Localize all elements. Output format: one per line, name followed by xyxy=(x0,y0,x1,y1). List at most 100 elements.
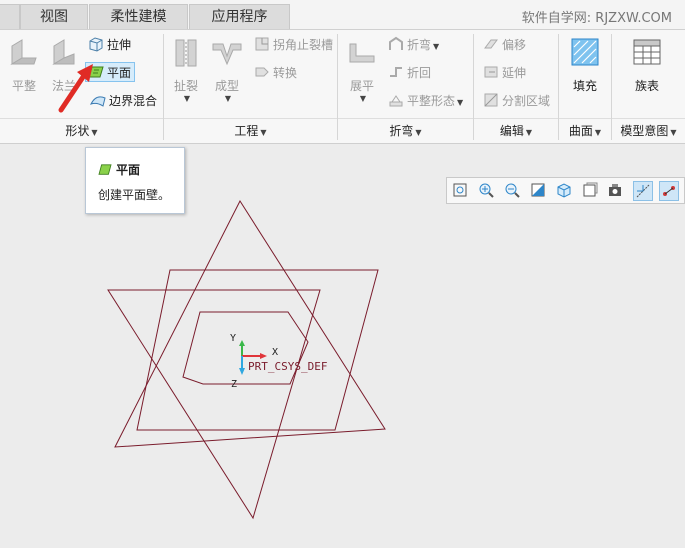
split-area-label: 分割区域 xyxy=(502,94,551,108)
graphics-view-toolbar xyxy=(446,177,685,204)
boundary-blend-label: 边界混合 xyxy=(109,94,158,108)
rip-icon xyxy=(175,39,197,67)
ribbon: 平整 法兰 拉伸 平面 边界混合 形状 ▼ 扯裂 ▼ 成型 ▼ 拐角止裂槽 转换… xyxy=(0,30,685,144)
zoom-in-icon[interactable] xyxy=(477,181,497,201)
extrude-button[interactable]: 拉伸 xyxy=(86,35,133,55)
chevron-down-icon: ▼ xyxy=(433,42,440,51)
sketch-triangle-up xyxy=(114,199,386,448)
csys-y-label: Y xyxy=(230,333,236,344)
tooltip-description: 创建平面壁。 xyxy=(98,188,171,202)
chevron-down-icon: ▼ xyxy=(224,94,232,103)
planar-label: 平面 xyxy=(107,66,132,80)
site-watermark: 软件自学网: RJZXW.COM xyxy=(521,11,672,26)
refit-icon[interactable] xyxy=(451,181,471,201)
split-area-button[interactable]: 分割区域 xyxy=(481,91,552,111)
csys-z-label: Z xyxy=(231,379,237,390)
chevron-down-icon: ▼ xyxy=(670,128,677,137)
zoom-out-icon[interactable] xyxy=(503,181,523,201)
model-intent-group-footer[interactable]: 模型意图 ▼ xyxy=(612,120,685,142)
flatten-form-button[interactable]: 平整形态 ▼ xyxy=(386,91,465,111)
fill-icon xyxy=(571,38,599,66)
tab-view[interactable]: 视图 xyxy=(20,4,88,29)
tooltip-title-text: 平面 xyxy=(116,163,141,177)
sketch-triangle-down xyxy=(107,289,321,520)
chevron-down-icon: ▼ xyxy=(91,128,98,137)
repaint-icon[interactable] xyxy=(529,181,549,201)
csys-z-arrow xyxy=(239,368,245,375)
fill-button[interactable]: 填充 xyxy=(562,36,608,94)
bends-group-label: 折弯 xyxy=(389,124,414,138)
unbend-button[interactable]: 展平 ▼ xyxy=(343,36,381,103)
sketch-hexagon xyxy=(182,311,309,385)
unbend-label: 展平 xyxy=(349,79,374,93)
extend-icon xyxy=(484,66,498,78)
engineering-group-label: 工程 xyxy=(234,124,259,138)
editing-group-label: 编辑 xyxy=(499,124,524,138)
flat-wall-icon xyxy=(10,39,37,65)
rip-label: 扯裂 xyxy=(173,79,198,93)
bend-back-button[interactable]: 折回 xyxy=(386,63,433,83)
sketch-parallelogram xyxy=(136,269,379,431)
convert-button[interactable]: 转换 xyxy=(252,63,299,83)
ribbon-tab-bar: 视图 柔性建模 应用程序 软件自学网: RJZXW.COM xyxy=(0,0,685,30)
chevron-down-icon: ▼ xyxy=(457,98,464,107)
form-label: 成型 xyxy=(214,79,239,93)
extend-label: 延伸 xyxy=(502,66,527,80)
bend-back-icon xyxy=(390,67,402,77)
split-area-icon xyxy=(484,93,498,107)
chevron-down-icon: ▼ xyxy=(415,128,422,137)
bends-group-footer[interactable]: 折弯 ▼ xyxy=(338,120,473,142)
chevron-down-icon: ▼ xyxy=(260,128,267,137)
ribbon-footer-divider xyxy=(0,118,685,119)
bend-button[interactable]: 折弯 ▼ xyxy=(386,35,441,55)
family-table-label: 族表 xyxy=(634,79,659,93)
tooltip-title: 平面 xyxy=(98,161,140,178)
form-button[interactable]: 成型 ▼ xyxy=(208,36,246,103)
csys-x-arrow xyxy=(260,353,267,359)
planar-icon xyxy=(98,164,112,175)
extend-button[interactable]: 延伸 xyxy=(481,63,528,83)
corner-relief-button[interactable]: 拐角止裂槽 xyxy=(252,35,335,55)
flatten-form-icon xyxy=(389,95,403,107)
offset-button[interactable]: 偏移 xyxy=(481,35,528,55)
shape-group-footer[interactable]: 形状 ▼ xyxy=(0,120,163,142)
bend-icon xyxy=(389,36,403,50)
surfaces-group-label: 曲面 xyxy=(568,124,593,138)
flat-label: 平整 xyxy=(11,79,36,93)
family-table-button[interactable]: 族表 xyxy=(620,36,674,94)
chevron-down-icon: ▼ xyxy=(183,94,191,103)
tab-applications[interactable]: 应用程序 xyxy=(189,4,290,29)
csys-y-arrow xyxy=(239,340,245,346)
corner-relief-label: 拐角止裂槽 xyxy=(273,38,334,52)
sketch-geometry xyxy=(107,199,386,520)
csys-name-label: PRT_CSYS_DEF xyxy=(248,360,327,373)
saved-orientations-icon[interactable] xyxy=(581,181,601,201)
bend-back-label: 折回 xyxy=(407,66,432,80)
model-intent-group-label: 模型意图 xyxy=(620,124,669,138)
rip-button[interactable]: 扯裂 ▼ xyxy=(168,36,204,103)
offset-label: 偏移 xyxy=(502,38,527,52)
editing-group-footer[interactable]: 编辑 ▼ xyxy=(474,120,558,142)
tab-flexible-modeling[interactable]: 柔性建模 xyxy=(89,4,188,29)
view-manager-icon[interactable] xyxy=(607,181,627,201)
surfaces-group-footer[interactable]: 曲面 ▼ xyxy=(559,120,611,142)
engineering-group-footer[interactable]: 工程 ▼ xyxy=(164,120,337,142)
spin-center-icon[interactable] xyxy=(659,181,679,201)
planar-tooltip: 平面 创建平面壁。 xyxy=(85,147,185,214)
bend-label: 折弯 xyxy=(407,38,432,52)
flatten-form-label: 平整形态 xyxy=(407,94,456,108)
convert-icon xyxy=(255,67,269,77)
extrude-label: 拉伸 xyxy=(107,38,132,52)
display-style-icon[interactable] xyxy=(555,181,575,201)
datum-display-icon[interactable] xyxy=(633,181,653,201)
annotation-arrow-icon xyxy=(58,64,93,113)
unbend-icon xyxy=(349,43,375,63)
tab-hidden-left[interactable] xyxy=(0,4,20,29)
csys-x-label: X xyxy=(272,347,278,358)
shape-group-label: 形状 xyxy=(65,124,90,138)
fill-label: 填充 xyxy=(572,79,597,93)
flat-button[interactable]: 平整 xyxy=(6,36,42,94)
family-table-icon xyxy=(633,39,661,65)
chevron-down-icon: ▼ xyxy=(525,128,533,137)
offset-icon xyxy=(484,39,498,49)
